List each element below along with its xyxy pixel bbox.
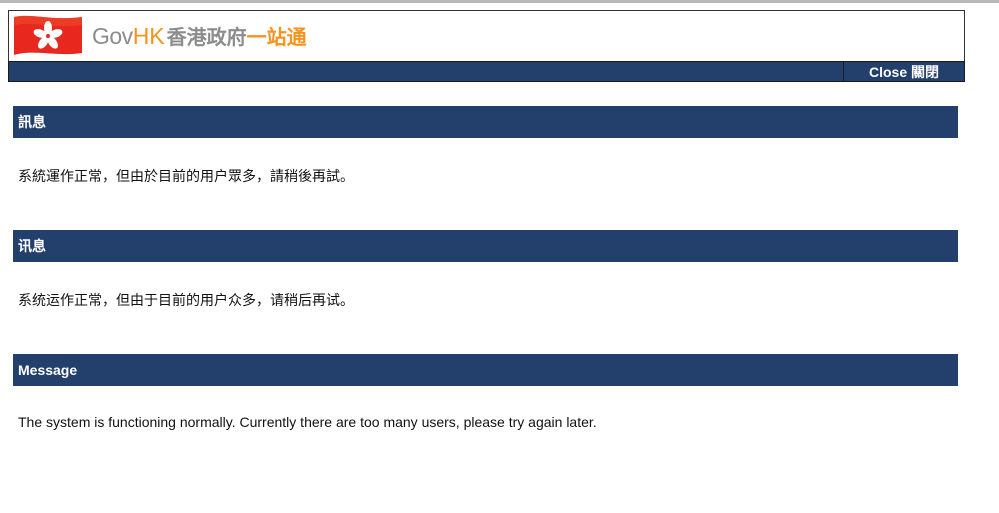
logo-gov-text: Gov [92,23,133,49]
govhk-logo[interactable]: Gov HK 香港政府 一站通 [92,21,307,51]
logo-zh-text-2: 一站通 [246,27,307,49]
close-button[interactable]: Close 關閉 [843,62,964,81]
message-text-traditional: 系統運作正常，但由於目前的用户眾多，請稍後再試。 [18,168,354,184]
section-title-simplified: 讯息 [13,230,958,262]
message-text-simplified: 系统运作正常，但由于目前的用户众多，请稍后再试。 [18,292,354,308]
logo-zh-text: 香港政府 [166,27,247,49]
section-title-traditional: 訊息 [13,106,958,138]
nav-bar: Close 關閉 [8,61,965,82]
site-header: Gov HK 香港政府 一站通 [8,10,965,62]
message-text-english: The system is functioning normally. Curr… [18,414,597,430]
logo-hk-text: HK [132,23,165,49]
section-title-english: Message [13,354,958,386]
top-border [0,0,999,3]
hk-flag-icon [14,15,82,56]
